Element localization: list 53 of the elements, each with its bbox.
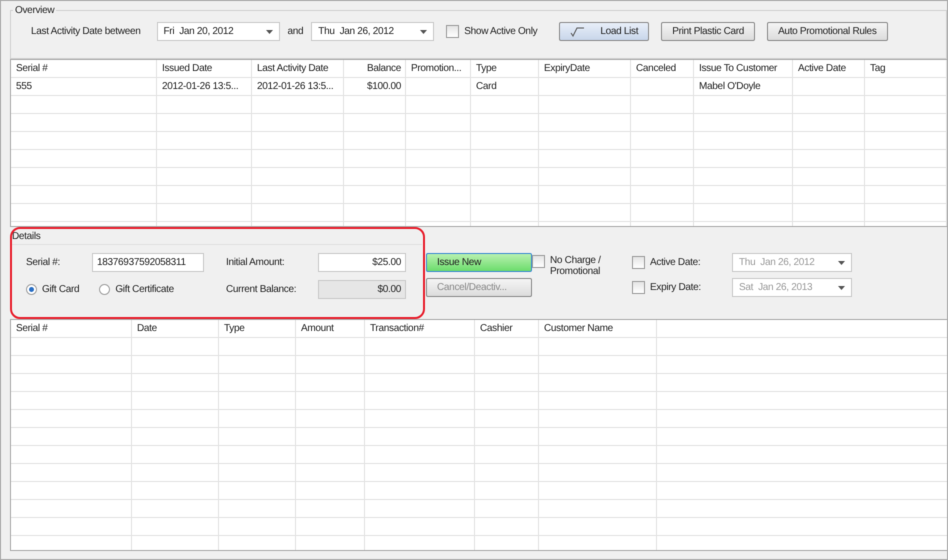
column-header[interactable]: Type bbox=[219, 320, 296, 338]
radio-button[interactable] bbox=[26, 284, 37, 295]
field-label: and bbox=[288, 26, 304, 37]
column-header[interactable]: Issue To Customer bbox=[694, 60, 793, 78]
column-header[interactable]: ExpiryDate bbox=[539, 60, 631, 78]
column-header[interactable]: Last Activity Date bbox=[252, 60, 344, 78]
amount-input[interactable]: $25.00 bbox=[318, 253, 406, 272]
checkbox[interactable] bbox=[446, 25, 460, 38]
serial-input[interactable]: 18376937592058311 bbox=[92, 253, 204, 272]
column-header[interactable]: Type bbox=[471, 60, 539, 78]
column-header[interactable]: Active Date bbox=[793, 60, 865, 78]
action-button[interactable]: Load List bbox=[559, 22, 650, 41]
table-cell-text: Card bbox=[475, 80, 498, 94]
column-header[interactable]: Promotion... bbox=[406, 60, 471, 78]
dropdown-arrow-icon[interactable] bbox=[420, 30, 428, 34]
checkbox-label: Active Date: bbox=[650, 257, 702, 268]
column-header[interactable]: Tag bbox=[865, 60, 947, 78]
date-picker[interactable]: Thu Jan 26, 2012 bbox=[311, 22, 434, 41]
column-header[interactable]: Amount bbox=[296, 320, 365, 338]
date-picker[interactable]: Fri Jan 20, 2012 bbox=[156, 22, 280, 41]
field-label: Initial Amount: bbox=[226, 257, 286, 268]
group-title: Details bbox=[12, 231, 422, 245]
checkmark-icon bbox=[570, 26, 584, 36]
column-header[interactable]: Cashier bbox=[475, 320, 539, 338]
table-cell-text: $100.00 bbox=[366, 80, 402, 94]
column-header[interactable]: Transaction# bbox=[365, 320, 475, 338]
checkbox-label: Expiry Date: bbox=[650, 282, 702, 293]
radio-button[interactable] bbox=[99, 284, 110, 295]
dropdown-arrow-icon[interactable] bbox=[266, 30, 272, 34]
checkbox-label: Show Active Only bbox=[464, 26, 538, 37]
issue-button[interactable]: Issue New bbox=[426, 253, 532, 272]
radio-label: Gift Certificate bbox=[115, 284, 174, 295]
checkbox[interactable] bbox=[532, 255, 545, 268]
field-label: Last Activity Date between bbox=[31, 26, 140, 37]
table-cell-text: 555 bbox=[15, 80, 33, 94]
checkbox-label: No Charge / Promotional bbox=[550, 255, 602, 277]
balance-field: $0.00 bbox=[318, 280, 406, 299]
column-header[interactable]: Customer Name bbox=[539, 320, 657, 338]
column-header[interactable]: Issued Date bbox=[157, 60, 252, 78]
column-header[interactable]: Canceled bbox=[631, 60, 694, 78]
column-header[interactable]: Balance bbox=[344, 60, 406, 78]
group-title: Overview bbox=[14, 5, 56, 16]
column-header[interactable]: Serial # bbox=[11, 60, 157, 78]
action-button[interactable]: Print Plastic Card bbox=[661, 22, 756, 41]
table-cell-text: 2012-01-26 13:5... bbox=[256, 80, 334, 94]
radio-label: Gift Card bbox=[42, 284, 80, 295]
field-label: Serial #: bbox=[26, 257, 61, 268]
field-label: Current Balance: bbox=[226, 284, 298, 295]
table-cell-text: Mabel O'Doyle bbox=[698, 80, 762, 94]
table-cell-text: 2012-01-26 13:5... bbox=[161, 80, 240, 94]
action-button[interactable]: Auto Promotional Rules bbox=[767, 22, 888, 41]
column-header[interactable]: Serial # bbox=[11, 320, 132, 338]
column-header[interactable]: Date bbox=[132, 320, 219, 338]
